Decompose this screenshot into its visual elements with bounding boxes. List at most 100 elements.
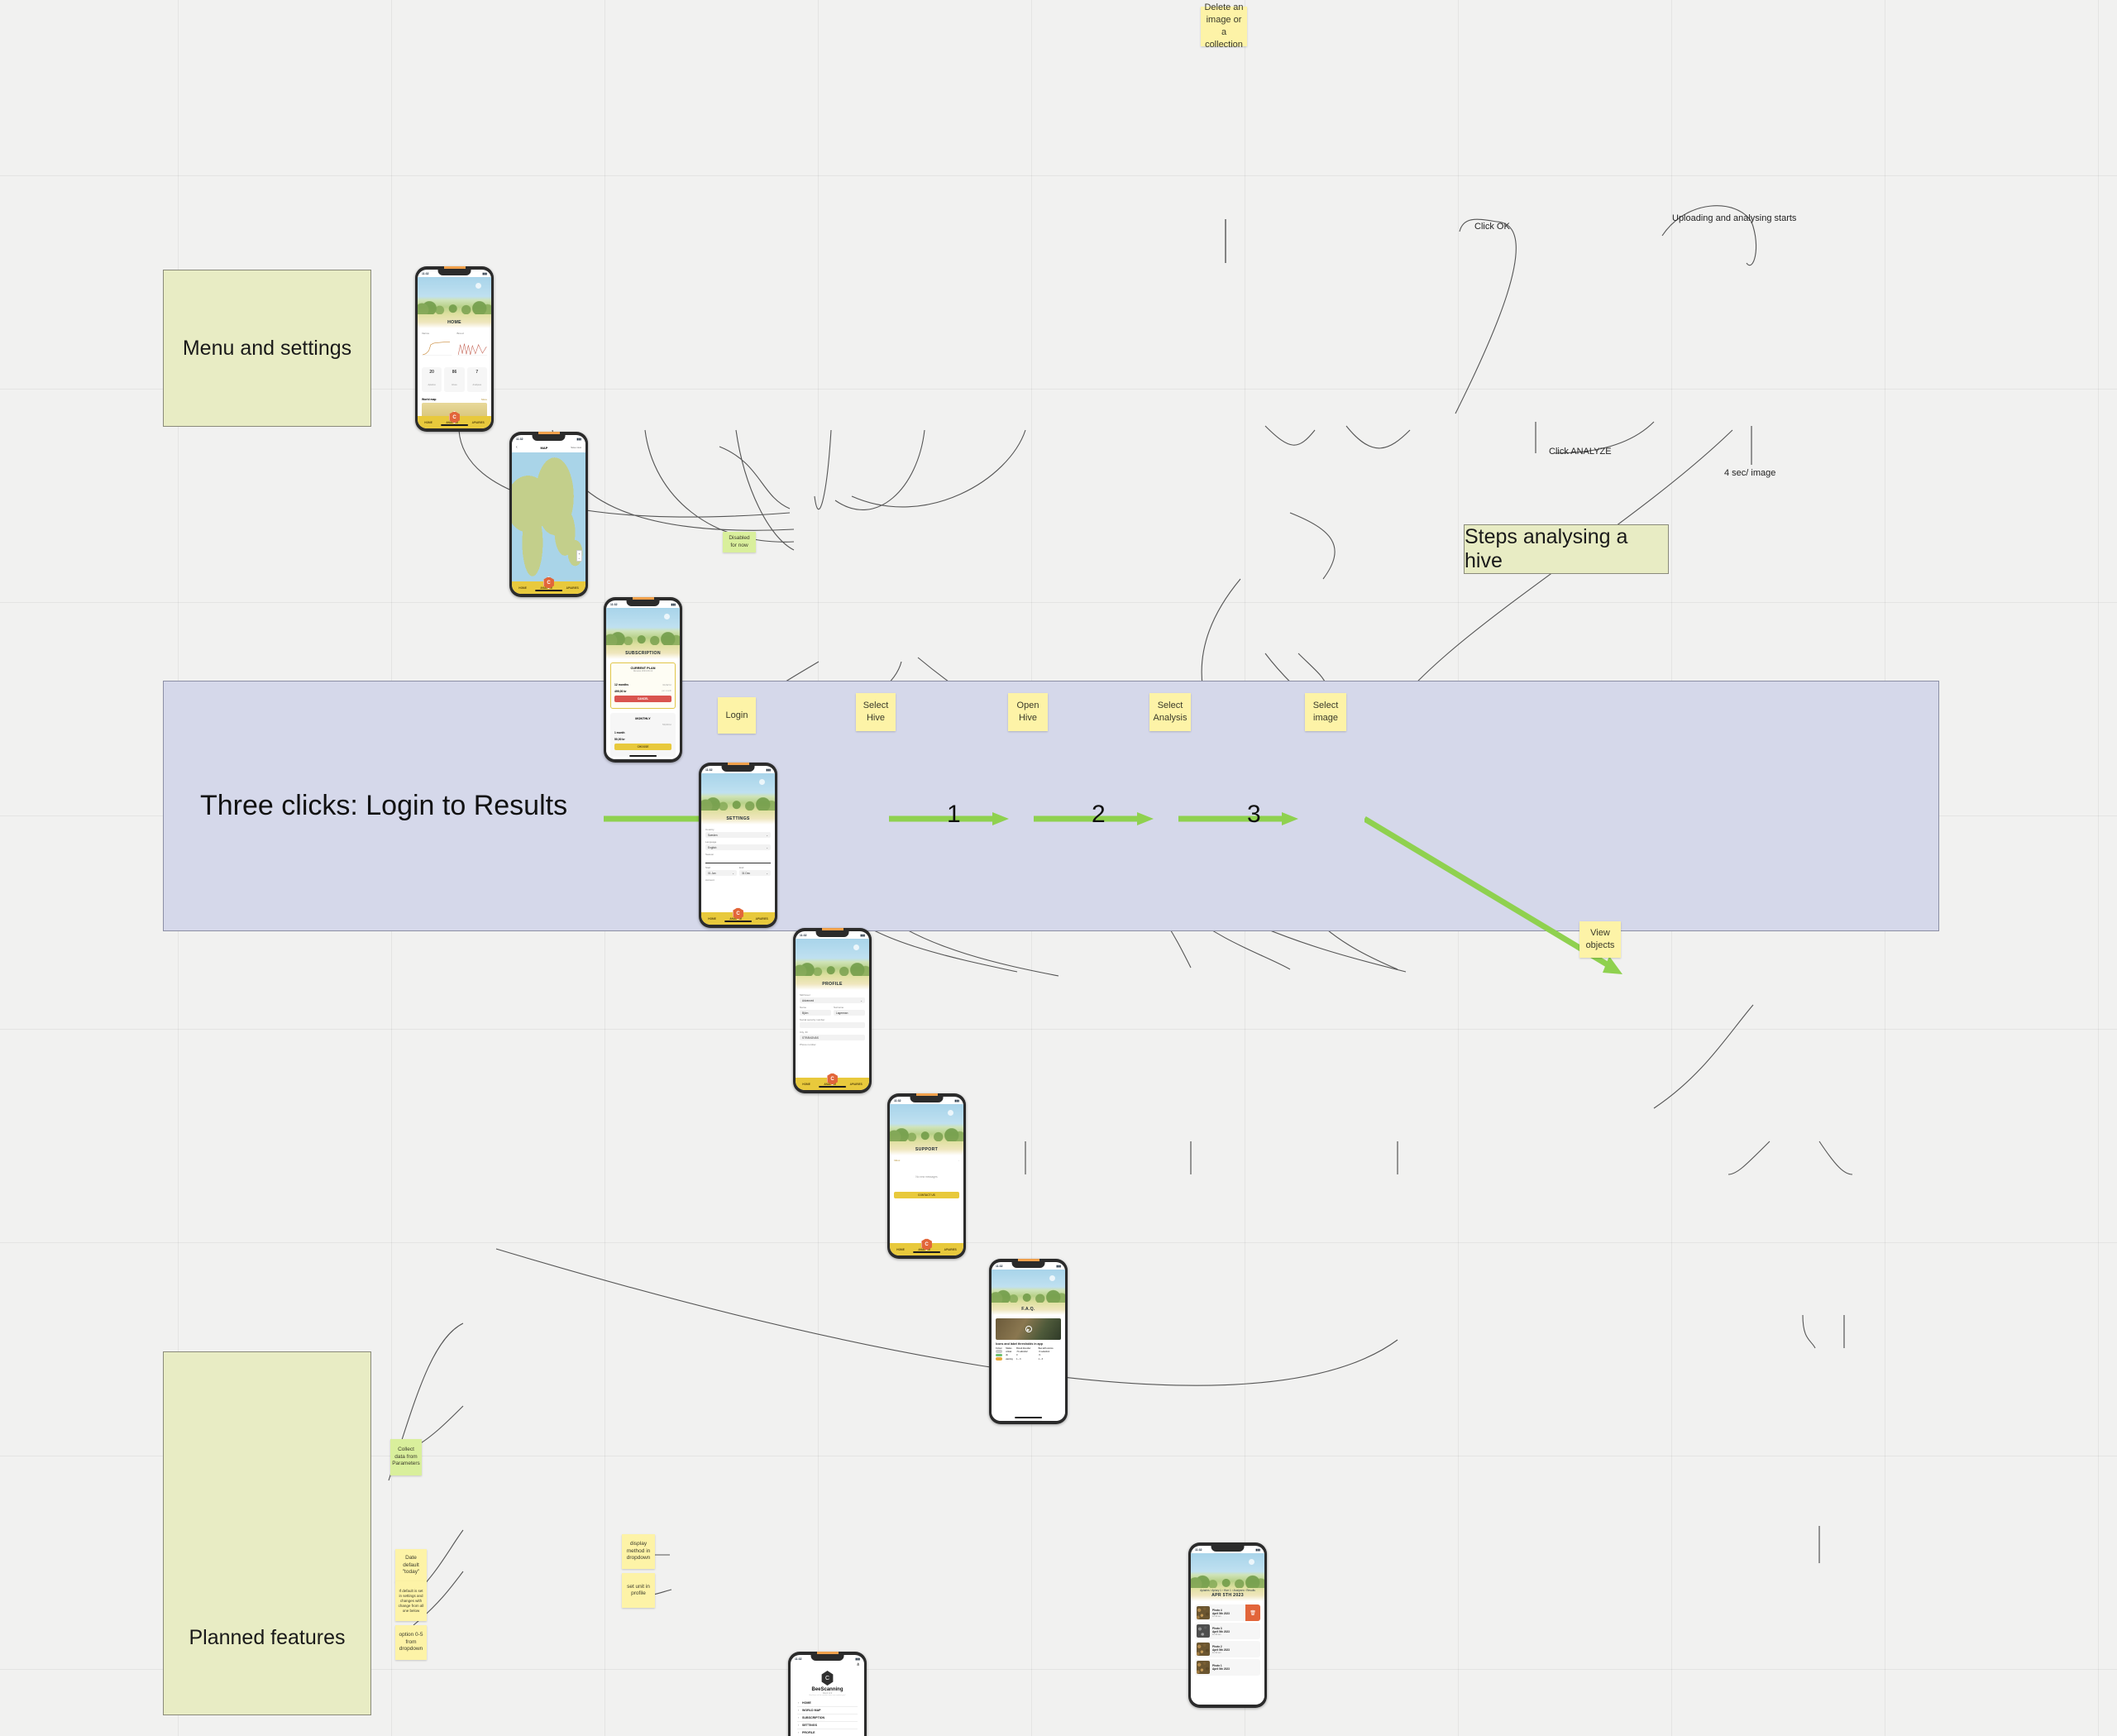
- chevron-down-icon: ⌄: [766, 871, 768, 875]
- frame-tab: [1017, 1259, 1039, 1261]
- photo-thumbnail: [1197, 1606, 1210, 1619]
- field-label-language: Language: [705, 840, 717, 844]
- sticky-display-method[interactable]: display method in dropdown: [622, 1534, 655, 1569]
- world-map[interactable]: + −: [512, 452, 585, 581]
- faq-video-thumbnail[interactable]: ▶: [996, 1318, 1061, 1340]
- menu-item-settings[interactable]: SETTINGS: [797, 1722, 858, 1729]
- list-item[interactable]: Photo 3 April 5th 2023 11:32 am: [1195, 1623, 1260, 1639]
- menu-item-profile[interactable]: PROFILE: [797, 1729, 858, 1736]
- share-icon[interactable]: ⋔: [857, 1662, 860, 1667]
- table-row: warning 1 – 3 1 – 3: [996, 1357, 1061, 1361]
- section-steps-analysing-a-hive[interactable]: Steps analysing a hive: [1464, 524, 1669, 574]
- nav-apiaries[interactable]: APIARIES: [756, 917, 768, 921]
- menu-item-home[interactable]: HOME: [797, 1700, 858, 1707]
- bottom-nav[interactable]: HOME ANALYZE APIARIES C: [418, 411, 491, 428]
- whiteboard-canvas[interactable]: Menu and settings Planned features Steps…: [0, 0, 2117, 1736]
- field-end[interactable]: 31 Dec ⌄: [739, 870, 771, 876]
- phone-subscription[interactable]: 11:32 ▮▮▮ SUBSCRIPTION CURRENT PLAN Renew…: [604, 597, 682, 763]
- season-slider[interactable]: [705, 857, 771, 863]
- field-name[interactable]: Björn: [800, 1010, 831, 1016]
- menu-list[interactable]: HOME WORLD MAP SUBSCRIPTION SETTINGS PRO…: [797, 1700, 858, 1736]
- bottom-nav[interactable]: HOME ANALYZE APIARIES C: [890, 1238, 963, 1255]
- phone-home[interactable]: 11:32 ▮▮▮ HOME Varroa Brood 20 Apiaries …: [415, 266, 494, 432]
- chevron-down-icon: ⌄: [766, 845, 768, 849]
- field-label-end: End: [739, 866, 744, 869]
- field-skill-level[interactable]: Advanced ⌄: [800, 997, 865, 1003]
- phone-collection-delete[interactable]: 11:32 ▮▮▮ Apiaries › Apiary 1 › Hive 1 › …: [1188, 1542, 1267, 1708]
- sticky-select-image[interactable]: Select image: [1305, 693, 1346, 731]
- field-label-name: Name: [800, 1006, 807, 1009]
- bottom-nav[interactable]: HOME ANALYZE APIARIES C: [512, 576, 585, 594]
- chevron-down-icon: ⌄: [732, 871, 734, 875]
- bottom-nav[interactable]: HOME ANALYZE APIARIES C: [701, 907, 775, 925]
- phone-support[interactable]: 11:32 ▮▮▮ SUPPORT Inbox › No new messages …: [887, 1093, 966, 1259]
- cancel-button[interactable]: CANCEL: [614, 696, 671, 702]
- home-indicator: [818, 1086, 847, 1088]
- sticky-view-objects[interactable]: View objects: [1579, 921, 1621, 958]
- sticky-date-default[interactable]: Date default "today": [395, 1549, 427, 1582]
- nav-hives[interactable]: HOME: [708, 917, 716, 921]
- phone-faq[interactable]: 11:32 ▮▮▮ F.A.Q. ▶ Icons and label thresh…: [989, 1259, 1068, 1424]
- nav-apiaries[interactable]: APIARIES: [472, 421, 485, 424]
- nav-apiaries[interactable]: APIARIES: [944, 1248, 957, 1251]
- list-item[interactable]: Photo 1 April 5th 2023: [1195, 1659, 1260, 1676]
- nav-apiaries[interactable]: APIARIES: [566, 586, 579, 590]
- sticky-open-hive[interactable]: Open Hive: [1008, 693, 1048, 731]
- sticky-delete-image[interactable]: Delete an image or a collection: [1201, 2, 1247, 50]
- bottom-nav[interactable]: HOME ANALYZE APIARIES C: [796, 1073, 869, 1090]
- play-icon[interactable]: ▶: [1025, 1326, 1032, 1332]
- section-menu-and-settings[interactable]: Menu and settings: [163, 270, 371, 427]
- phone-world-map[interactable]: 11:32 ▮▮▮ ‹ MAP Save view + − HOME ANALYZE…: [509, 432, 588, 597]
- contact-us-button[interactable]: CONTACT US: [894, 1192, 959, 1198]
- field-ssn[interactable]: [800, 1022, 865, 1028]
- stat-label: Hives: [452, 384, 457, 386]
- current-plan-card[interactable]: CURRENT PLAN Renews 2023-09-12 12 months…: [610, 662, 676, 709]
- notch: [1211, 1546, 1245, 1552]
- sticky-select-analysis[interactable]: Select Analysis: [1149, 693, 1191, 731]
- field-language[interactable]: English ⌄: [705, 844, 771, 850]
- nav-hives[interactable]: HOME: [896, 1248, 905, 1251]
- plan-per-month-label: per month: [662, 690, 671, 692]
- monthly-plan-card[interactable]: MONTHLY 1 month 50,00 kr 50,00 kr CHOOSE: [610, 713, 676, 757]
- field-city[interactable]: STRÄNGNÄS: [800, 1035, 865, 1040]
- save-view-action[interactable]: Save view: [571, 446, 581, 449]
- worldmap-more-link[interactable]: More: [481, 398, 487, 401]
- screen-title: SUPPORT: [915, 1147, 939, 1152]
- frame-tab: [821, 928, 843, 930]
- nav-hives[interactable]: HOME: [802, 1083, 810, 1086]
- menu-item-subscription[interactable]: SUBSCRIPTION: [797, 1714, 858, 1722]
- nav-hives[interactable]: HOME: [518, 586, 527, 590]
- field-label-ssn: Social security number: [800, 1018, 825, 1021]
- list-item[interactable]: Photo 2 April 5th 2023 11:32 am: [1195, 1641, 1260, 1657]
- phone-menu-drawer[interactable]: 11:32 ▮▮▮ ⋔ C BeeScanning Client v1.9 Bee…: [788, 1652, 867, 1736]
- settings-body: Country Sweden ⌄ Language English ⌄ Season…: [701, 825, 775, 912]
- sticky-login[interactable]: Login: [718, 697, 756, 734]
- plan-price: 499,00 kr: [614, 690, 627, 693]
- phone-settings[interactable]: 11:32 ▮▮▮ SETTINGS Country Sweden ⌄ Langua…: [699, 763, 777, 928]
- sticky-collect-data[interactable]: Collect data from Parameters: [390, 1439, 422, 1475]
- sticky-default-settings[interactable]: If default is set in settings and change…: [395, 1581, 427, 1621]
- sticky-option-dropdown[interactable]: option 0-5 from dropdown: [395, 1625, 427, 1660]
- sticky-select-hive[interactable]: Select Hive: [856, 693, 896, 731]
- menu-item-world-map[interactable]: WORLD MAP: [797, 1707, 858, 1714]
- list-item[interactable]: Photo 4 April 5th 2023 11:32 am 🗑: [1195, 1604, 1260, 1621]
- nav-apiaries[interactable]: APIARIES: [850, 1083, 863, 1086]
- sticky-text: set unit in profile: [627, 1583, 650, 1596]
- phone-profile[interactable]: 11:32 ▮▮▮ PROFILE Skill level Advanced ⌄ N…: [793, 928, 872, 1093]
- field-surname[interactable]: Lagerman: [834, 1010, 865, 1016]
- step-number-2: 2: [1092, 801, 1106, 828]
- empty-state-text: No new messages: [915, 1175, 938, 1179]
- nav-hives[interactable]: HOME: [424, 421, 432, 424]
- field-country[interactable]: Sweden ⌄: [705, 832, 771, 838]
- choose-button[interactable]: CHOOSE: [614, 744, 671, 750]
- notch: [532, 435, 566, 441]
- field-start[interactable]: 01 Jan ⌄: [705, 870, 737, 876]
- section-planned-features[interactable]: Planned features: [163, 1351, 371, 1715]
- sticky-disabled-for-now[interactable]: Disabled for now: [723, 532, 756, 552]
- map-zoom-controls[interactable]: + −: [576, 550, 582, 562]
- inbox-label[interactable]: Inbox: [894, 1159, 900, 1162]
- notch: [626, 600, 660, 606]
- sticky-set-unit[interactable]: set unit in profile: [622, 1573, 655, 1608]
- back-chevron-icon[interactable]: ‹: [516, 445, 518, 450]
- trash-icon[interactable]: 🗑: [1245, 1604, 1260, 1621]
